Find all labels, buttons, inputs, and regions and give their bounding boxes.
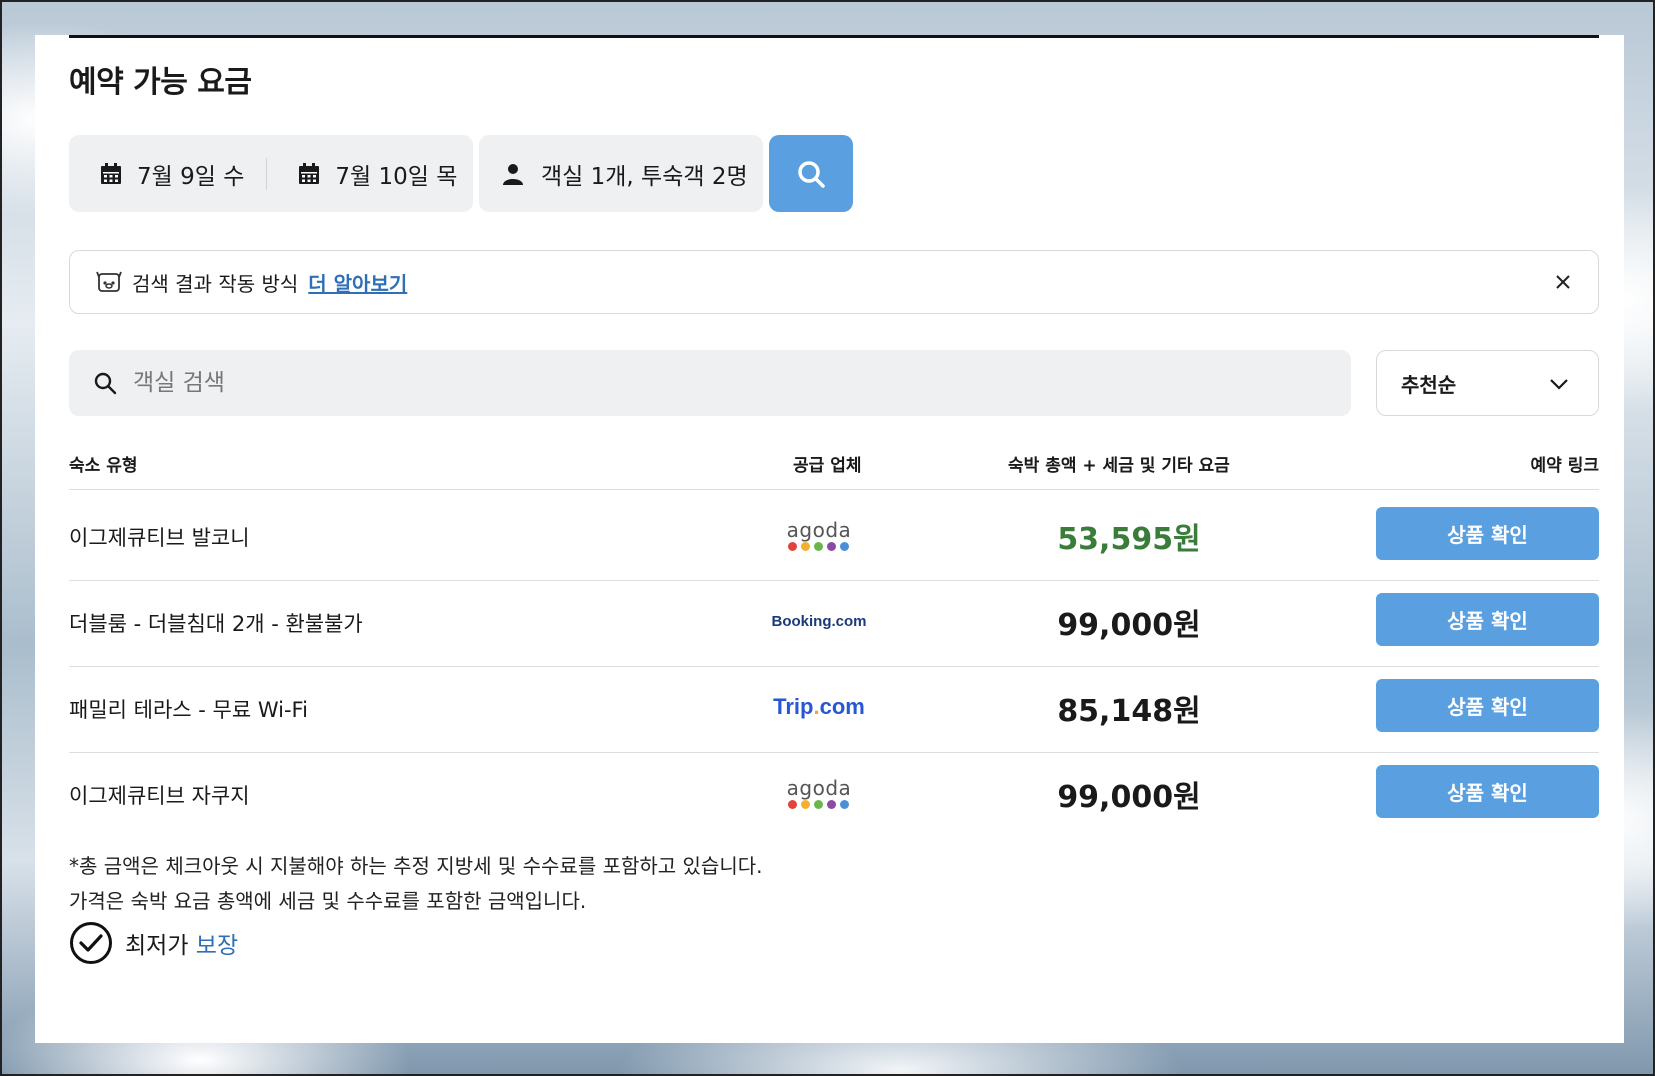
guarantee-prefix: 최저가 <box>125 933 189 959</box>
vendor-name: Booking.com <box>771 612 867 630</box>
close-icon[interactable] <box>1550 269 1576 295</box>
checkin-label: 7월 9일 수 <box>137 163 245 190</box>
calendar-icon <box>299 162 320 184</box>
view-deal-button[interactable]: 상품 확인 <box>1376 679 1599 732</box>
info-robot-icon <box>96 271 122 292</box>
best-price-guarantee: 최저가 보장 <box>69 921 238 965</box>
vendor-name: agoda <box>786 517 852 542</box>
footnote-price: 가격은 숙박 요금 총액에 세금 및 수수료를 포함한 금액입니다. <box>69 889 587 913</box>
agoda-dots <box>788 541 850 551</box>
learn-more-link[interactable]: 더 알아보기 <box>308 268 407 297</box>
rates-card: 예약 가능 요금 7월 9일 수 7월 10일 목 객실 1개, 투숙객 2명 … <box>35 35 1624 1043</box>
table-row: 이그제큐티브 발코니 agoda 53,595원 상품 확인 <box>69 490 1599 581</box>
checkout-label: 7월 10일 목 <box>335 163 458 190</box>
search-icon <box>798 160 825 188</box>
vendor-name: Trip.com <box>773 694 865 719</box>
chevron-down-icon <box>1550 379 1568 390</box>
room-name: 이그제큐티브 자쿠지 <box>69 784 250 808</box>
search-button[interactable] <box>769 135 853 212</box>
info-text: 검색 결과 작동 방식 <box>132 271 299 296</box>
price: 53,595원 <box>1057 522 1201 557</box>
vendor-name: agoda <box>786 775 852 800</box>
search-icon <box>94 372 117 395</box>
room-search-input[interactable] <box>133 370 1233 396</box>
view-deal-button[interactable]: 상품 확인 <box>1376 507 1599 560</box>
vendor-logo-booking: Booking.com <box>769 576 869 666</box>
room-name: 이그제큐티브 발코니 <box>69 526 250 550</box>
vendor-logo-agoda: agoda <box>769 748 869 838</box>
table-row: 더블룸 - 더블침대 2개 - 환불불가 Booking.com 99,000원… <box>69 576 1599 667</box>
price: 99,000원 <box>1057 608 1201 643</box>
info-banner: 검색 결과 작동 방식 더 알아보기 <box>69 250 1599 314</box>
table-row: 이그제큐티브 자쿠지 agoda 99,000원 상품 확인 <box>69 748 1599 839</box>
price: 85,148원 <box>1057 694 1201 729</box>
view-deal-button[interactable]: 상품 확인 <box>1376 593 1599 646</box>
calendar-icon <box>101 162 121 184</box>
checkin-date[interactable]: 7월 9일 수 <box>69 135 244 212</box>
page-title: 예약 가능 요금 <box>69 65 252 100</box>
footnote-total: *총 금액은 체크아웃 시 지불해야 하는 추정 지방세 및 수수료를 포함하고… <box>69 854 763 878</box>
sort-dropdown[interactable]: 추천순 <box>1376 350 1599 416</box>
person-icon <box>503 163 523 185</box>
room-name: 더블룸 - 더블침대 2개 - 환불불가 <box>69 612 363 636</box>
header-vendor: 공급 업체 <box>793 456 862 476</box>
check-circle-icon <box>70 922 112 964</box>
view-deal-button[interactable]: 상품 확인 <box>1376 765 1599 818</box>
header-price: 숙박 총액 + 세금 및 기타 요금 <box>1008 456 1230 476</box>
header-type: 숙소 유형 <box>69 456 138 476</box>
price: 99,000원 <box>1057 780 1201 815</box>
table-row: 패밀리 테라스 - 무료 Wi-Fi Trip.com 85,148원 상품 확… <box>69 662 1599 753</box>
vendor-logo-agoda: agoda <box>769 490 869 580</box>
date-picker[interactable]: 7월 9일 수 7월 10일 목 <box>69 135 473 212</box>
guest-label: 객실 1개, 투숙객 2명 <box>541 163 748 190</box>
agoda-dots <box>788 799 850 809</box>
top-divider <box>69 35 1599 38</box>
header-link: 예약 링크 <box>1530 456 1599 476</box>
sort-selected: 추천순 <box>1401 372 1457 397</box>
guarantee-highlight: 보장 <box>195 933 239 959</box>
checkout-date[interactable]: 7월 10일 목 <box>267 135 457 212</box>
room-search-bar[interactable] <box>69 350 1351 416</box>
room-name: 패밀리 테라스 - 무료 Wi-Fi <box>69 698 308 722</box>
guest-selector[interactable]: 객실 1개, 투숙객 2명 <box>479 135 763 212</box>
table-header: 숙소 유형 공급 업체 숙박 총액 + 세금 및 기타 요금 예약 링크 <box>69 445 1599 490</box>
vendor-logo-trip: Trip.com <box>769 662 869 752</box>
